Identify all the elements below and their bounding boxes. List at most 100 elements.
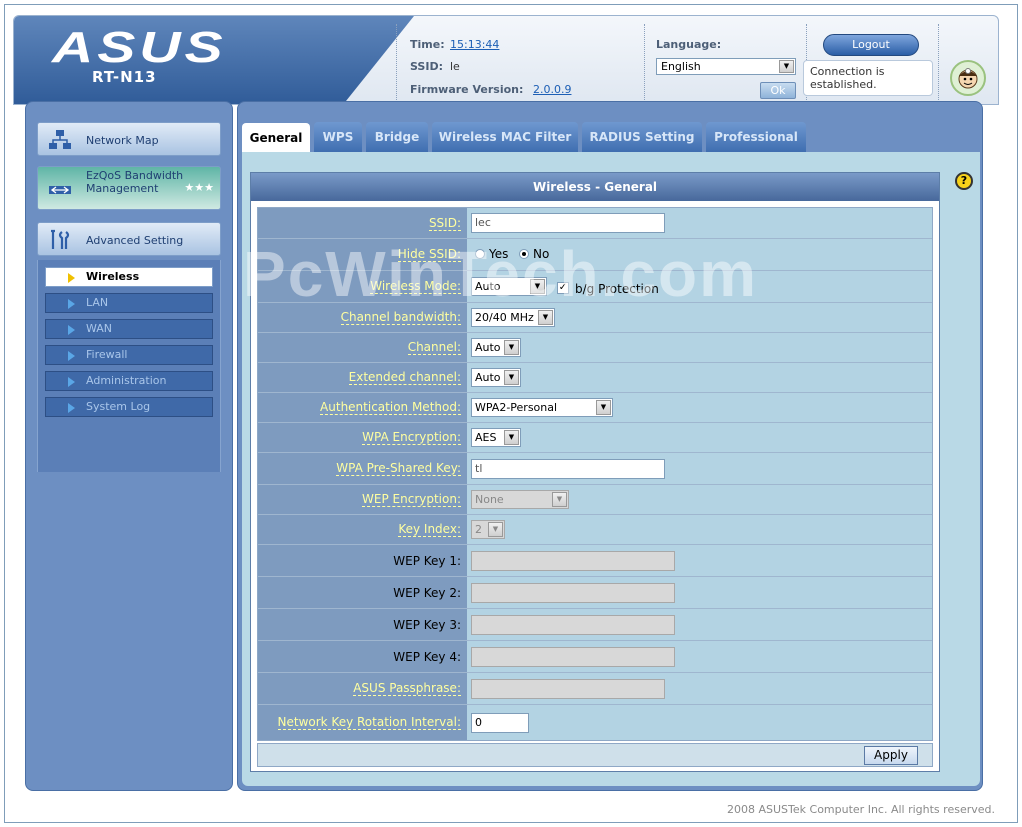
connection-status-bubble: Connection is established.: [803, 60, 933, 96]
wpa-psk-input[interactable]: tl: [471, 459, 665, 479]
sidebar-subitem-lan[interactable]: LAN: [45, 293, 213, 313]
language-ok-button[interactable]: Ok: [760, 82, 796, 99]
time-label: Time:: [410, 38, 445, 51]
header-banner: ASUS RT-N13 Time: 15:13:44 SSID: le Firm…: [13, 15, 999, 105]
wep-key1-row: WEP Key 1:: [258, 544, 932, 576]
tab-general[interactable]: General: [242, 123, 310, 153]
triangle-right-icon: [68, 403, 75, 413]
channel-select[interactable]: Auto ▼: [471, 338, 521, 357]
sidebar-subitem-label: Administration: [86, 374, 167, 387]
tab-professional[interactable]: Professional: [706, 122, 806, 152]
extended-channel-label: Extended channel:: [258, 363, 467, 392]
key-index-select[interactable]: 2 ▼: [471, 520, 505, 539]
wep-key3-label: WEP Key 3:: [258, 609, 467, 640]
sidebar-item-label: Network Map: [86, 134, 159, 147]
wpa-psk-row: WPA Pre-Shared Key: tl: [258, 452, 932, 484]
sidebar-item-advanced-setting[interactable]: Advanced Setting: [37, 222, 221, 256]
header-divider: [396, 24, 397, 100]
key-index-row: Key Index: 2 ▼: [258, 514, 932, 544]
network-map-icon: [49, 130, 71, 149]
main-content: General WPS Bridge Wireless MAC Filter R…: [237, 101, 983, 791]
wep-key4-input[interactable]: [471, 647, 675, 667]
star-icon: ★★★: [184, 181, 214, 194]
time-value-link[interactable]: 15:13:44: [450, 38, 499, 51]
extended-channel-select[interactable]: Auto ▼: [471, 368, 521, 387]
key-index-label: Key Index:: [258, 515, 467, 544]
chevron-down-icon[interactable]: ▼: [779, 60, 794, 73]
wep-encryption-label: WEP Encryption:: [258, 485, 467, 514]
wep-key1-input[interactable]: [471, 551, 675, 571]
channel-row: Channel: Auto ▼: [258, 332, 932, 362]
header-divider: [938, 24, 939, 100]
sidebar-subitem-label: WAN: [86, 322, 113, 335]
chevron-down-icon[interactable]: ▼: [504, 370, 519, 385]
firmware-label: Firmware Version:: [410, 83, 524, 96]
wep-key4-label: WEP Key 4:: [258, 641, 467, 672]
wep-encryption-select[interactable]: None ▼: [471, 490, 569, 509]
ssid-label: SSID:: [258, 208, 467, 238]
panel-title: Wireless - General: [251, 173, 939, 201]
sidebar-nav: Network Map EzQoS Bandwidth Management ★…: [25, 101, 233, 791]
wep-key4-row: WEP Key 4:: [258, 640, 932, 672]
language-select[interactable]: English ▼: [656, 58, 796, 75]
sidebar-subitem-wan[interactable]: WAN: [45, 319, 213, 339]
sidebar-item-label: EzQoS Bandwidth Management: [86, 169, 184, 195]
sidebar-item-network-map[interactable]: Network Map: [37, 122, 221, 156]
chevron-down-icon[interactable]: ▼: [538, 310, 553, 325]
wep-key3-input[interactable]: [471, 615, 675, 635]
asus-passphrase-input[interactable]: [471, 679, 665, 699]
wep-key2-label: WEP Key 2:: [258, 577, 467, 608]
sidebar-subitem-firewall[interactable]: Firewall: [45, 345, 213, 365]
tab-radius-setting[interactable]: RADIUS Setting: [582, 122, 702, 152]
sidebar-subitem-administration[interactable]: Administration: [45, 371, 213, 391]
triangle-right-icon: [68, 325, 75, 335]
triangle-right-icon: [68, 299, 75, 309]
wpa-encryption-select[interactable]: AES ▼: [471, 428, 521, 447]
copyright-text: 2008 ASUSTek Computer Inc. All rights re…: [727, 803, 995, 816]
wep-key1-label: WEP Key 1:: [258, 545, 467, 576]
chevron-down-icon[interactable]: ▼: [552, 492, 567, 507]
status-avatar-icon: [950, 60, 986, 96]
channel-label: Channel:: [258, 333, 467, 362]
ssid-row: SSID: lec: [258, 208, 932, 238]
key-rotation-label: Network Key Rotation Interval:: [258, 705, 467, 740]
chevron-down-icon[interactable]: ▼: [596, 400, 611, 415]
sidebar-subitem-wireless[interactable]: Wireless: [45, 267, 213, 287]
panel-footer: Apply: [257, 743, 933, 767]
firmware-version-link[interactable]: 2.0.0.9: [533, 83, 571, 96]
sidebar-subitem-label: System Log: [86, 400, 151, 413]
ssid-label: SSID:: [410, 60, 443, 73]
ssid-input[interactable]: lec: [471, 213, 665, 233]
router-model: RT-N13: [92, 68, 157, 86]
chevron-down-icon[interactable]: ▼: [504, 430, 519, 445]
logout-button[interactable]: Logout: [823, 34, 919, 56]
tab-bridge[interactable]: Bridge: [366, 122, 428, 152]
sidebar-subitem-system-log[interactable]: System Log: [45, 397, 213, 417]
wpa-psk-label: WPA Pre-Shared Key:: [258, 453, 467, 484]
tab-wireless-mac-filter[interactable]: Wireless MAC Filter: [432, 122, 578, 152]
header-divider: [644, 24, 645, 100]
chevron-down-icon[interactable]: ▼: [504, 340, 519, 355]
router-admin-window: ASUS RT-N13 Time: 15:13:44 SSID: le Firm…: [4, 4, 1018, 823]
chevron-down-icon[interactable]: ▼: [488, 522, 503, 537]
sidebar-item-label: Advanced Setting: [86, 234, 184, 247]
extended-channel-row: Extended channel: Auto ▼: [258, 362, 932, 392]
sidebar-subitem-label: Firewall: [86, 348, 128, 361]
triangle-right-icon: [68, 351, 75, 361]
watermark-text: PcWinTech.com: [243, 238, 758, 310]
bandwidth-icon: [49, 186, 71, 194]
sidebar-item-ezqos[interactable]: EzQoS Bandwidth Management ★★★: [37, 166, 221, 210]
wep-key2-input[interactable]: [471, 583, 675, 603]
key-rotation-row: Network Key Rotation Interval: 0: [258, 704, 932, 740]
asus-logo: ASUS: [52, 23, 227, 72]
asus-passphrase-label: ASUS Passphrase:: [258, 673, 467, 704]
triangle-right-icon: [68, 377, 75, 387]
sidebar-subitem-label: LAN: [86, 296, 109, 309]
key-rotation-input[interactable]: 0: [471, 713, 529, 733]
submenu-container: [37, 260, 221, 472]
help-icon[interactable]: ?: [955, 172, 973, 190]
apply-button[interactable]: Apply: [864, 746, 918, 765]
auth-method-select[interactable]: WPA2-Personal ▼: [471, 398, 613, 417]
ssid-value: le: [450, 60, 460, 73]
tab-wps[interactable]: WPS: [314, 122, 362, 152]
